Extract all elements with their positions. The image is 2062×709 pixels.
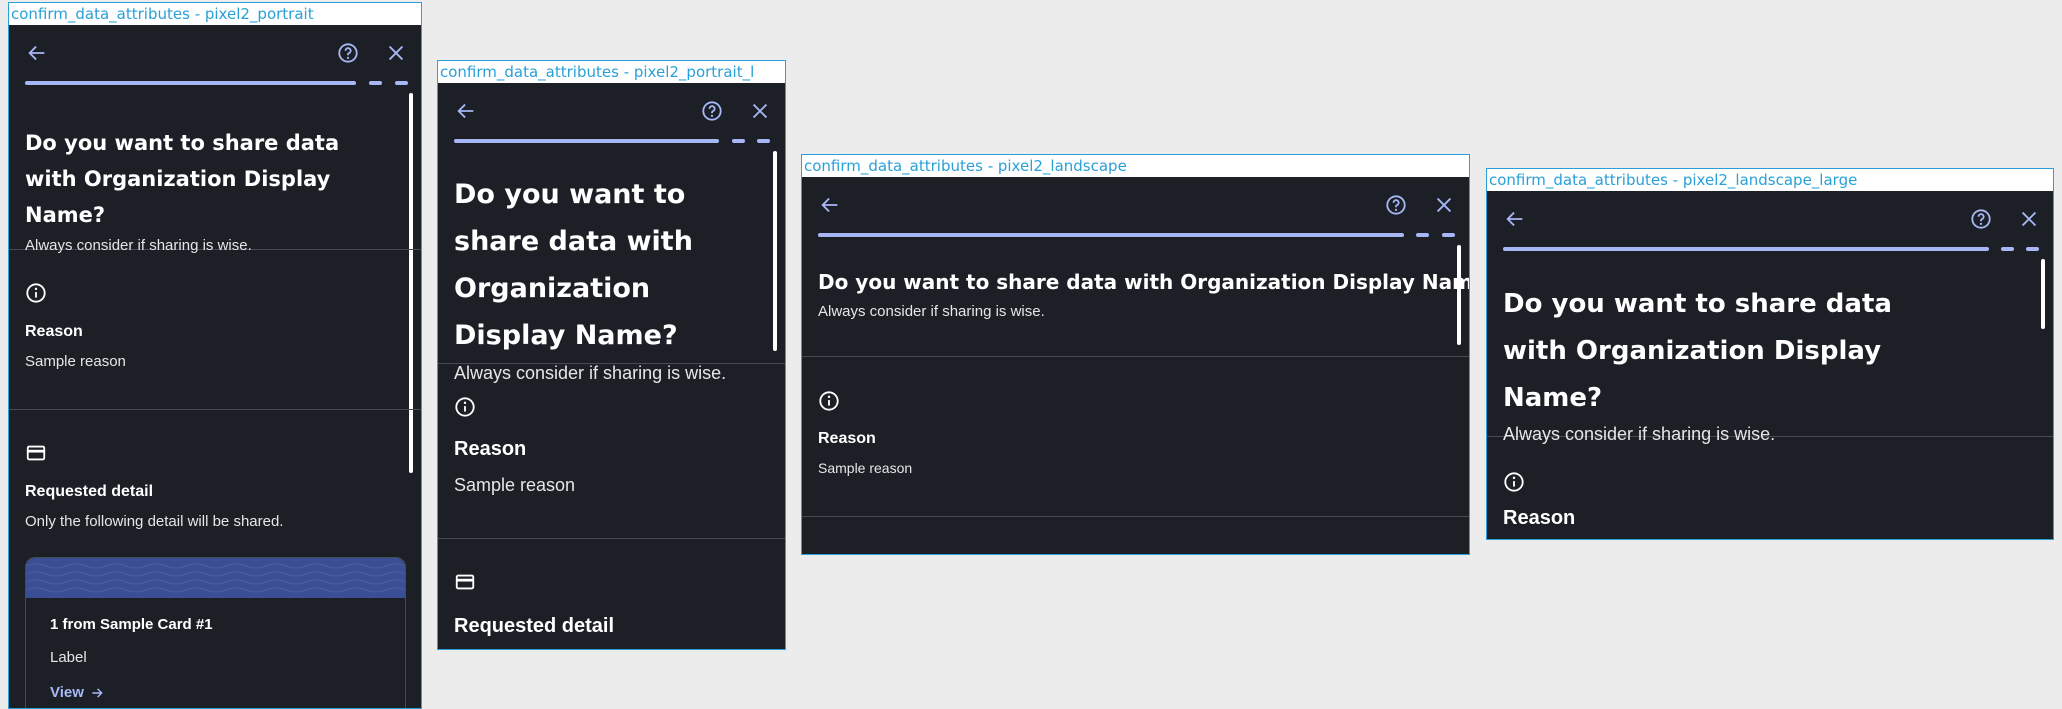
header-section: Do you want to share data with Organizat… <box>438 143 785 383</box>
frame-pixel2-landscape: confirm_data_attributes - pixel2_landsca… <box>801 154 1470 555</box>
reason-section: Reason Sample reason <box>438 364 785 539</box>
arrow-left-icon <box>457 103 474 119</box>
close-button[interactable] <box>382 39 410 67</box>
page-title: Do you want to share data with Organizat… <box>25 131 340 227</box>
arrow-left-icon <box>28 45 45 61</box>
card-header-pattern <box>26 558 405 598</box>
info-icon <box>818 390 1453 412</box>
frame-pixel2-landscape-large: confirm_data_attributes - pixel2_landsca… <box>1486 168 2054 540</box>
reason-text: Sample reason <box>818 460 913 476</box>
close-button[interactable] <box>746 97 774 125</box>
reason-heading: Reason <box>1503 507 1576 529</box>
top-app-bar <box>802 177 1469 233</box>
help-circle-icon <box>1971 209 1991 229</box>
close-icon <box>2021 211 2037 227</box>
requested-section: Requested detail Only the following deta… <box>9 410 421 708</box>
reason-section: Reason Sample reason <box>9 250 421 410</box>
help-button[interactable] <box>1382 191 1410 219</box>
help-circle-icon <box>338 43 358 63</box>
reason-heading: Reason <box>25 323 83 340</box>
help-button[interactable] <box>698 97 726 125</box>
close-button[interactable] <box>1430 191 1458 219</box>
screen: Do you want to share data with Organizat… <box>9 25 421 708</box>
info-icon <box>454 396 769 418</box>
content: Do you want to share data with Organizat… <box>438 143 785 638</box>
help-button[interactable] <box>1967 205 1995 233</box>
frame-pixel2-portrait: confirm_data_attributes - pixel2_portrai… <box>8 2 422 709</box>
screen: Do you want to share data with Organizat… <box>438 83 785 649</box>
arrow-right-icon <box>92 687 103 698</box>
frame-label: confirm_data_attributes - pixel2_portrai… <box>9 3 421 25</box>
help-circle-icon <box>1386 195 1406 215</box>
reason-section: Reason Sample reason <box>802 357 1469 517</box>
requested-heading: Requested detail <box>454 615 615 637</box>
header-section: Do you want to share data with Organizat… <box>802 237 1469 357</box>
frame-label: confirm_data_attributes - pixel2_portrai… <box>438 61 785 83</box>
card-title: 1 from Sample Card #1 <box>50 616 213 633</box>
back-button[interactable] <box>816 191 844 219</box>
content: Do you want to share data with Organizat… <box>802 237 1469 517</box>
screen: Do you want to share data with Organizat… <box>1487 191 2053 539</box>
requested-text: Only the following detail will be shared… <box>25 513 284 530</box>
back-button[interactable] <box>23 39 51 67</box>
credit-card-icon <box>454 571 769 593</box>
back-button[interactable] <box>1501 205 1529 233</box>
close-icon <box>752 103 768 119</box>
frame-label: confirm_data_attributes - pixel2_landsca… <box>1487 169 2053 191</box>
reason-heading: Reason <box>454 438 527 460</box>
info-icon <box>25 282 405 304</box>
arrow-left-icon <box>821 197 838 213</box>
view-label: View <box>50 684 84 701</box>
help-button[interactable] <box>334 39 362 67</box>
requested-heading: Requested detail <box>25 483 154 500</box>
reason-section: Reason <box>1487 437 2053 530</box>
credit-card-icon <box>25 442 405 464</box>
frame-pixel2-portrait-large: confirm_data_attributes - pixel2_portrai… <box>437 60 786 650</box>
top-app-bar <box>9 25 421 81</box>
close-icon <box>1436 197 1452 213</box>
frame-label: confirm_data_attributes - pixel2_landsca… <box>802 155 1469 177</box>
page-subtitle: Always consider if sharing is wise. <box>818 303 1045 320</box>
close-icon <box>388 45 404 61</box>
content: Do you want to share data with Organizat… <box>1487 251 2053 530</box>
reason-text: Sample reason <box>454 475 576 495</box>
data-card: 1 from Sample Card #1 Label View <box>25 557 406 708</box>
header-section: Do you want to share data with Organizat… <box>9 85 421 254</box>
info-icon <box>1503 471 2037 493</box>
screen: Do you want to share data with Organizat… <box>802 177 1469 554</box>
arrow-left-icon <box>1506 211 1523 227</box>
page-title: Do you want to share data with Organizat… <box>454 179 693 351</box>
close-button[interactable] <box>2015 205 2043 233</box>
page-title: Do you want to share data with Organizat… <box>1503 289 1892 413</box>
back-button[interactable] <box>452 97 480 125</box>
reason-heading: Reason <box>818 430 876 447</box>
view-link[interactable]: View <box>50 684 381 701</box>
card-label: Label <box>50 649 87 666</box>
content: Do you want to share data with Organizat… <box>9 85 421 708</box>
top-app-bar <box>1487 191 2053 247</box>
help-circle-icon <box>702 101 722 121</box>
page-subtitle: Always consider if sharing is wise. <box>454 363 727 383</box>
reason-text: Sample reason <box>25 353 126 370</box>
top-app-bar <box>438 83 785 139</box>
page-title: Do you want to share data with Organizat… <box>818 270 1469 294</box>
header-section: Do you want to share data with Organizat… <box>1487 251 2053 444</box>
requested-section: Requested detail <box>438 539 785 638</box>
